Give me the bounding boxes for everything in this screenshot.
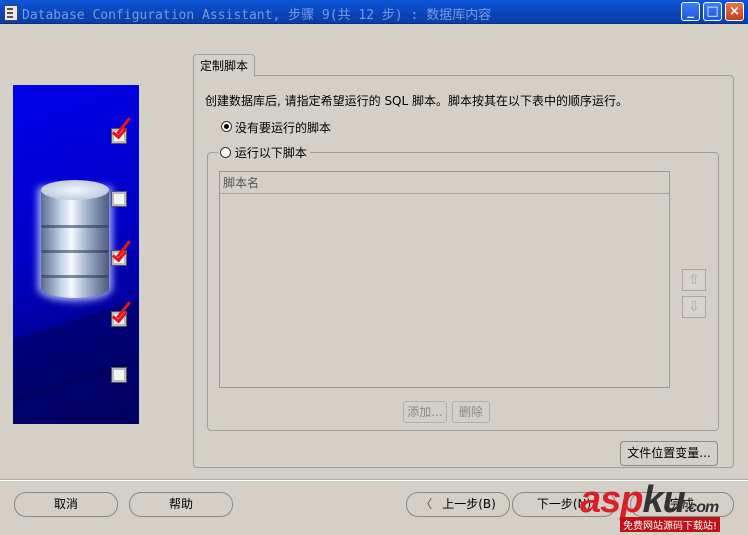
run-scripts-radio[interactable] xyxy=(220,147,231,158)
app-icon xyxy=(4,5,18,21)
cancel-button[interactable]: 取消 xyxy=(14,492,118,517)
back-button-label: 上一步(B) xyxy=(442,497,496,511)
watermark-domain: .com xyxy=(684,499,719,516)
help-button[interactable]: 帮助 xyxy=(129,492,233,517)
checkmark-icon xyxy=(113,117,135,137)
scripts-table[interactable]: 脚本名 xyxy=(219,171,670,388)
checkmark-icon xyxy=(113,301,135,321)
watermark-tagline: 免费网站源码下载站! xyxy=(620,517,721,532)
arrow-down-icon: ⇩ xyxy=(688,299,700,315)
step-checkbox-icon xyxy=(111,367,127,383)
move-down-button: ⇩ xyxy=(682,296,706,318)
wizard-illustration xyxy=(13,85,139,424)
script-name-column-header: 脚本名 xyxy=(220,172,669,194)
watermark-brand-a: asp xyxy=(580,479,643,521)
arrow-up-icon: ⇧ xyxy=(688,272,700,288)
run-scripts-option: 运行以下脚本 xyxy=(218,144,310,161)
minimize-button[interactable]: _ xyxy=(681,2,700,21)
title-bar: Database Configuration Assistant, 步骤 9(共… xyxy=(0,0,748,24)
no-scripts-radio[interactable] xyxy=(221,121,232,132)
file-location-variables-button[interactable]: 文件位置变量... xyxy=(620,441,718,466)
description-text: 创建数据库后, 请指定希望运行的 SQL 脚本。脚本按其在以下表中的顺序运行。 xyxy=(205,94,629,108)
checkmark-icon xyxy=(113,240,135,260)
maximize-button[interactable]: □ xyxy=(703,2,722,21)
delete-button: 删除 xyxy=(452,401,490,423)
watermark-brand-b: ku xyxy=(642,479,685,521)
tab-custom-scripts[interactable]: 定制脚本 xyxy=(193,54,255,77)
chevron-left-icon: 〈 xyxy=(420,497,433,511)
back-button[interactable]: 〈上一步(B) xyxy=(406,492,510,517)
database-cylinder-icon xyxy=(41,180,109,304)
no-scripts-label: 没有要运行的脚本 xyxy=(235,121,332,135)
window-title: Database Configuration Assistant, 步骤 9(共… xyxy=(22,8,492,23)
close-button[interactable]: × xyxy=(725,2,744,21)
dialog-client: 定制脚本 创建数据库后, 请指定希望运行的 SQL 脚本。脚本按其在以下表中的顺… xyxy=(0,24,748,534)
run-scripts-label: 运行以下脚本 xyxy=(234,146,307,160)
watermark-logo: aspku.com 免费网站源码下载站! xyxy=(580,479,748,535)
step-checkbox-icon xyxy=(111,191,127,207)
add-button: 添加... xyxy=(403,401,447,423)
move-up-button: ⇧ xyxy=(682,269,706,291)
